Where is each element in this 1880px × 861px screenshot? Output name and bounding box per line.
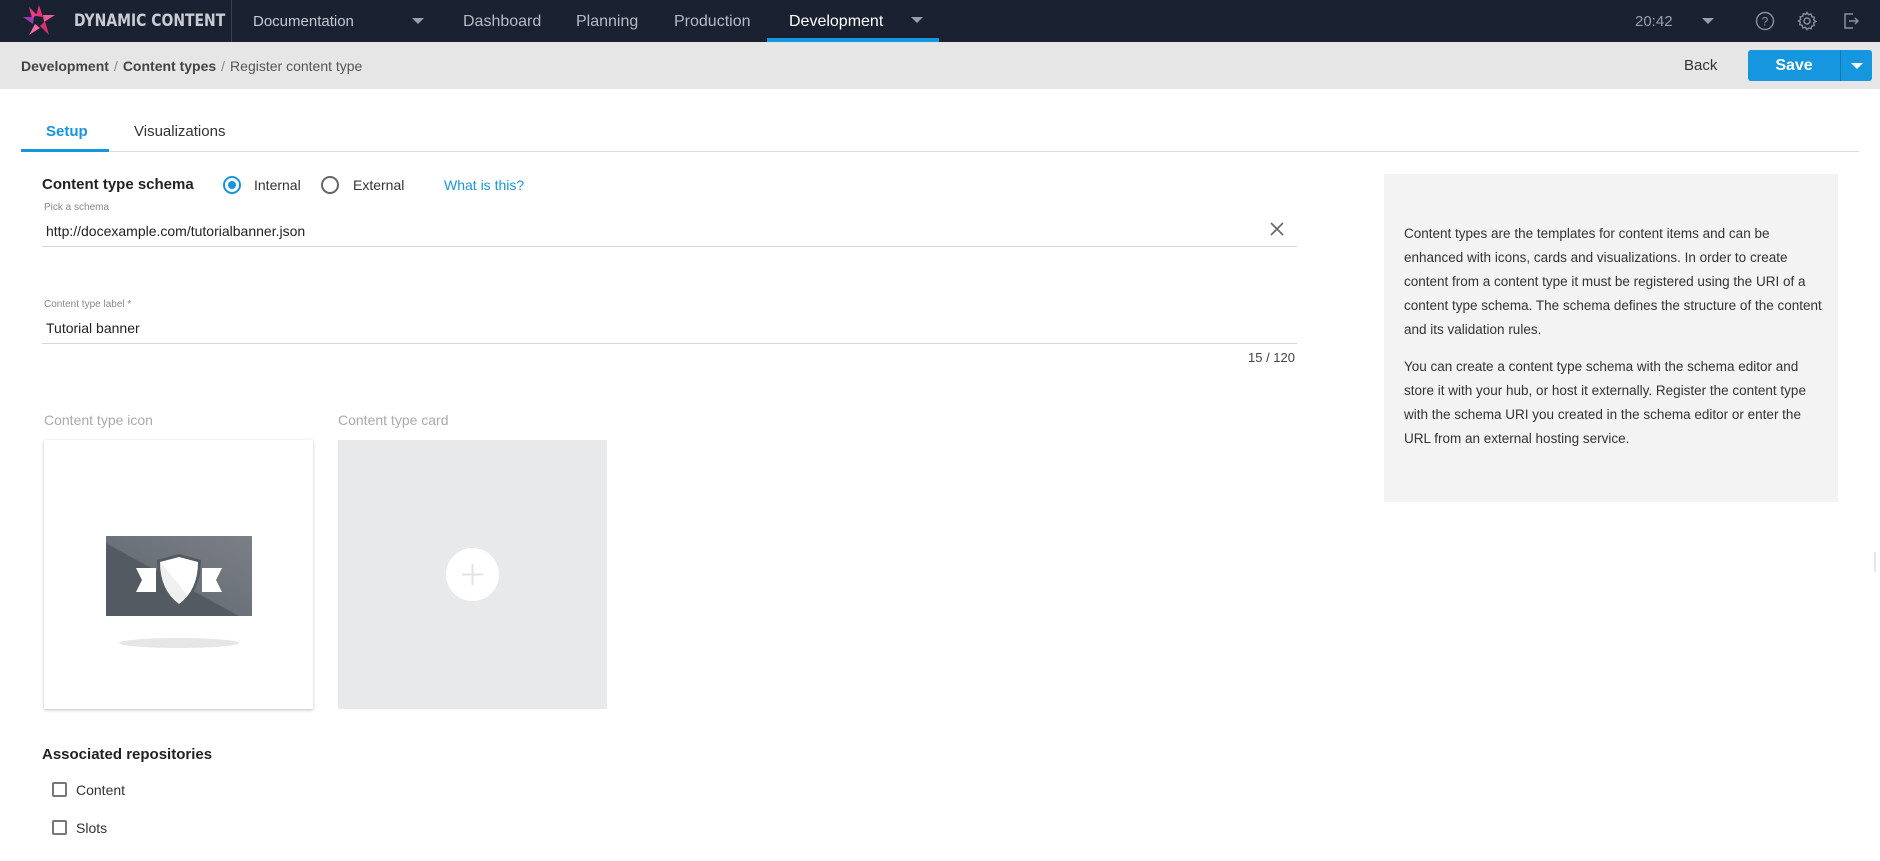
info-text: Content types are the templates for cont… — [1404, 222, 1824, 451]
nav-planning[interactable]: Planning — [576, 13, 638, 31]
banner-shield-icon — [106, 536, 252, 648]
breadcrumb-separator: / — [113, 58, 118, 74]
checkbox-content[interactable] — [52, 782, 67, 797]
breadcrumb: Development / Content types / Register conte… — [21, 58, 362, 74]
help-info-panel: Content types are the templates for cont… — [1384, 174, 1838, 502]
chevron-down-icon[interactable] — [1702, 18, 1714, 24]
schema-field-label: Pick a schema — [44, 202, 110, 213]
divider — [231, 0, 232, 42]
active-tab-indicator — [21, 149, 109, 152]
info-paragraph: Content types are the templates for cont… — [1404, 226, 1822, 337]
dynamic-content-logo-icon[interactable] — [22, 4, 56, 38]
content-type-icon-picker[interactable] — [44, 440, 313, 709]
svg-text:?: ? — [1762, 15, 1769, 29]
schema-input-underline — [42, 246, 1297, 247]
help-icon[interactable]: ? — [1754, 10, 1776, 32]
content-type-schema-heading: Content type schema — [42, 176, 194, 193]
what-is-this-link[interactable]: What is this? — [444, 177, 524, 193]
back-button[interactable]: Back — [1684, 57, 1717, 74]
settings-icon[interactable] — [1796, 10, 1818, 32]
checkbox-content-label[interactable]: Content — [76, 782, 125, 798]
content-type-card-picker[interactable] — [338, 440, 607, 709]
breadcrumb-content-types[interactable]: Content types — [123, 58, 216, 74]
tab-bar: Setup Visualizations — [21, 117, 1859, 152]
save-button[interactable]: Save — [1748, 50, 1840, 81]
plus-icon — [462, 564, 483, 585]
content-type-card-label: Content type card — [338, 412, 449, 428]
save-options-button[interactable] — [1841, 50, 1872, 81]
add-card-button[interactable] — [446, 548, 499, 601]
breadcrumb-separator: / — [221, 58, 226, 74]
brand-name: DYNAMIC CONTENT — [74, 11, 226, 31]
checkbox-slots-label[interactable]: Slots — [76, 820, 107, 836]
tab-visualizations[interactable]: Visualizations — [134, 123, 225, 140]
radio-internal[interactable] — [223, 176, 241, 194]
clear-icon[interactable] — [1268, 220, 1286, 238]
schema-input[interactable]: http://docexample.com/tutorialbanner.jso… — [46, 223, 305, 239]
info-paragraph: You can create a content type schema wit… — [1404, 359, 1806, 446]
clock: 20:42 — [1635, 13, 1673, 30]
character-counter: 15 / 120 — [1248, 350, 1295, 365]
label-input[interactable]: Tutorial banner — [46, 320, 140, 336]
breadcrumb-development[interactable]: Development — [21, 58, 109, 74]
radio-internal-label[interactable]: Internal — [254, 177, 301, 193]
logout-icon[interactable] — [1840, 10, 1862, 32]
nav-development[interactable]: Development — [789, 13, 883, 31]
save-button-group: Save — [1748, 50, 1872, 81]
nav-dashboard[interactable]: Dashboard — [463, 13, 541, 31]
breadcrumb-bar: Development / Content types / Register conte… — [0, 42, 1880, 89]
checkbox-slots[interactable] — [52, 820, 67, 835]
chevron-down-icon — [1851, 63, 1863, 69]
top-nav-bar: DYNAMIC CONTENT Documentation Dashboard … — [0, 0, 1880, 42]
scrollbar[interactable] — [1874, 552, 1876, 572]
chevron-down-icon[interactable] — [412, 18, 424, 24]
label-input-underline — [42, 343, 1297, 344]
associated-repositories-heading: Associated repositories — [42, 746, 213, 763]
hub-selector[interactable]: Documentation — [253, 13, 354, 30]
label-field-label: Content type label * — [44, 299, 132, 310]
chevron-down-icon[interactable] — [911, 17, 923, 23]
nav-production[interactable]: Production — [674, 13, 751, 31]
tab-setup[interactable]: Setup — [46, 123, 88, 140]
breadcrumb-current: Register content type — [230, 58, 363, 74]
radio-external-label[interactable]: External — [353, 177, 404, 193]
content-type-icon-label: Content type icon — [44, 412, 153, 428]
radio-external[interactable] — [321, 176, 339, 194]
